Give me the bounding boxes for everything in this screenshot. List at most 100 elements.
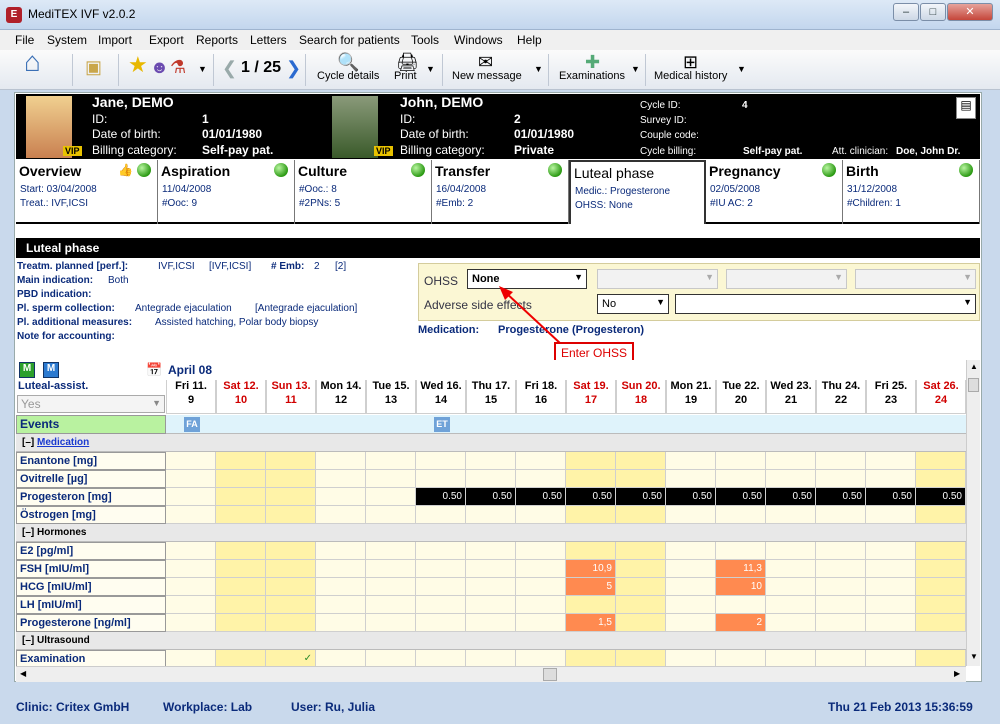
grid-cell[interactable] [616,506,666,524]
grid-cell[interactable] [816,506,866,524]
grid-cell[interactable] [666,650,716,666]
grid-cell[interactable] [216,452,266,470]
grid-cell[interactable] [666,452,716,470]
grid-cell[interactable] [516,560,566,578]
day-header[interactable]: Thu 24. 22 [816,380,866,414]
grid-cell[interactable] [916,596,966,614]
add-medication-icon[interactable]: M [19,362,35,378]
menu-export[interactable]: Export [149,33,184,47]
day-header[interactable]: Tue 22. 20 [716,380,766,414]
grid-cell[interactable] [366,578,416,596]
grid-cell[interactable]: 0.50 [716,488,766,506]
grid-cell[interactable] [216,596,266,614]
grid-cell[interactable]: 0.50 [616,488,666,506]
grid-cell[interactable] [466,506,516,524]
day-header[interactable]: Thu 17. 15 [466,380,516,414]
grid-cell[interactable] [216,488,266,506]
day-header[interactable]: Sun 13. 11 [266,380,316,414]
grid-cell[interactable] [616,470,666,488]
menu-search-patients[interactable]: Search for patients [299,33,400,47]
grid-cell[interactable] [366,596,416,614]
grid-cell[interactable]: 0.50 [666,488,716,506]
grid-cell[interactable] [716,596,766,614]
grid-cell[interactable] [166,542,216,560]
calendar-icon[interactable]: 📅 [146,362,162,378]
grid-cell[interactable] [166,650,216,666]
grid-cell[interactable] [416,596,466,614]
grid-cell[interactable] [516,614,566,632]
new-message-button[interactable]: New message [452,70,522,82]
luteal-assist-select[interactable]: Yes ▼ [17,395,165,413]
grid-cell[interactable] [416,452,466,470]
scroll-up-icon[interactable]: ▲ [970,362,978,371]
grid-cell[interactable] [916,542,966,560]
grid-cell[interactable] [216,578,266,596]
grid-cell[interactable] [266,596,316,614]
section-title[interactable]: Medication [37,437,89,448]
day-header[interactable]: Fri 18. 16 [516,380,566,414]
grid-cell[interactable] [466,560,516,578]
menu-letters[interactable]: Letters [250,33,287,47]
scroll-left-icon[interactable]: ◀ [20,669,26,678]
scroll-right-icon[interactable]: ▶ [954,669,960,678]
cycle-details-button[interactable]: Cycle details [317,70,379,82]
grid-cell[interactable] [266,452,316,470]
grid-cell[interactable] [866,452,916,470]
grid-cell[interactable] [216,614,266,632]
next-icon[interactable]: ❯ [286,59,301,77]
grid-cell[interactable] [466,614,516,632]
grid-cell[interactable]: 1,5 [566,614,616,632]
star-icon[interactable]: ★ [128,54,148,76]
grid-cell[interactable]: 0.50 [566,488,616,506]
grid-cell[interactable] [866,542,916,560]
grid-cell[interactable] [916,560,966,578]
day-header[interactable]: Sun 20. 18 [616,380,666,414]
grid-cell[interactable] [166,470,216,488]
grid-cell[interactable] [566,542,616,560]
grid-cell[interactable]: 10,9 [566,560,616,578]
grid-cell[interactable] [766,470,816,488]
grid-cell[interactable] [366,506,416,524]
grid-cell[interactable] [466,578,516,596]
close-button[interactable]: ✕ [947,3,993,21]
grid-cell[interactable]: 0.50 [916,488,966,506]
grid-cell[interactable] [816,596,866,614]
grid-cell[interactable] [416,506,466,524]
grid-cell[interactable] [716,452,766,470]
grid-cell[interactable] [416,542,466,560]
grid-cell[interactable] [316,596,366,614]
grid-cell[interactable] [466,650,516,666]
grid-cell[interactable]: ✓ [266,650,316,666]
grid-cell[interactable] [666,578,716,596]
grid-cell[interactable] [316,542,366,560]
medical-history-button[interactable]: Medical history [654,70,727,82]
grid-cell[interactable] [666,542,716,560]
collapse-toggle[interactable]: [–] [22,635,37,646]
section-ultrasound[interactable]: [–] Ultrasound [16,632,966,650]
adverse-effects-select[interactable]: No ▼ [597,294,669,314]
adverse-effects-detail-select[interactable]: ▼ [675,294,976,314]
day-header[interactable]: Fri 11. 9 [166,380,216,414]
grid-cell[interactable] [266,488,316,506]
grid-cell[interactable] [366,542,416,560]
grid-cell[interactable] [866,578,916,596]
grid-cell[interactable] [416,614,466,632]
grid-cell[interactable] [216,650,266,666]
scroll-thumb[interactable] [968,378,979,392]
grid-cell[interactable] [666,596,716,614]
grid-cell[interactable] [566,506,616,524]
grid-cell[interactable] [316,578,366,596]
edit-medication-icon[interactable]: M [43,362,59,378]
grid-cell[interactable] [516,452,566,470]
people-icon[interactable]: ☻ [150,58,169,76]
section-medication[interactable]: [–] Medication [16,434,966,452]
grid-cell[interactable]: 0.50 [416,488,466,506]
maximize-button[interactable]: □ [920,3,946,21]
grid-cell[interactable] [516,578,566,596]
day-header[interactable]: Fri 25. 23 [866,380,916,414]
grid-cell[interactable] [766,452,816,470]
grid-cell[interactable] [516,596,566,614]
grid-cell[interactable] [516,542,566,560]
grid-cell[interactable] [766,596,816,614]
grid-cell[interactable] [466,470,516,488]
